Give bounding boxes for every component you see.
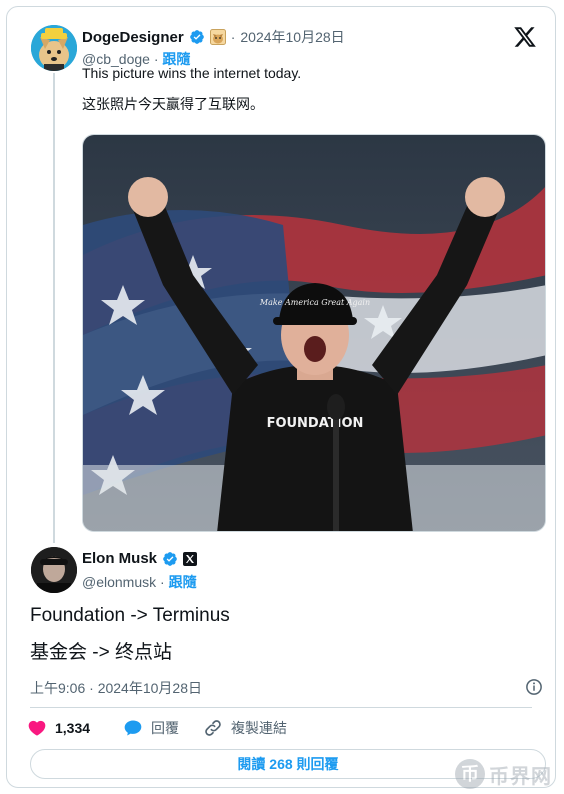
- heart-icon: [28, 720, 46, 736]
- tweet-timestamp[interactable]: 上午9:06 · 2024年10月28日: [30, 678, 202, 698]
- author-handle-row: @elonmusk · 跟隨: [82, 574, 197, 590]
- copy-link-button[interactable]: 複製連結: [203, 718, 287, 738]
- doge-emoji-icon: [209, 29, 226, 45]
- doge-avatar-art: [31, 25, 77, 71]
- elonmusk-avatar[interactable]: [31, 547, 77, 593]
- dogedesigner-avatar[interactable]: [31, 25, 77, 71]
- action-divider: [30, 707, 532, 708]
- author-display-name[interactable]: Elon Musk: [82, 550, 157, 567]
- quoted-date[interactable]: 2024年10月28日: [240, 27, 344, 47]
- x-affiliate-badge-icon: [183, 551, 198, 566]
- quoted-text-en: This picture wins the internet today.: [82, 65, 302, 81]
- rally-photo-image: Make America Great Again FOUNDATION: [83, 135, 545, 531]
- quoted-text-zh: 这张照片今天赢得了互联网。: [82, 96, 264, 112]
- quoted-name-row: DogeDesigner · 2024年10月28日: [82, 27, 345, 47]
- author-name-row: Elon Musk: [82, 550, 198, 567]
- cap-text: Make America Great Again: [259, 298, 370, 307]
- follow-link[interactable]: 跟隨: [169, 574, 197, 590]
- site-watermark: 币 币界网: [455, 759, 552, 789]
- reply-button[interactable]: 回覆: [123, 718, 179, 738]
- watermark-coin-icon: 币: [455, 759, 485, 789]
- x-logo-icon[interactable]: [513, 25, 537, 49]
- verified-badge-icon: [163, 551, 177, 566]
- quoted-display-name[interactable]: DogeDesigner: [82, 29, 184, 46]
- tweet-text-line2: 基金会 -> 终点站: [30, 642, 172, 663]
- info-icon[interactable]: [525, 678, 543, 696]
- thread-connector-line: [53, 73, 55, 543]
- reply-bubble-icon: [124, 720, 142, 736]
- author-handle[interactable]: @elonmusk: [82, 574, 156, 590]
- tweet-card: DogeDesigner · 2024年10月28日 @cb_doge · 跟隨…: [6, 6, 556, 789]
- quoted-photo[interactable]: Make America Great Again FOUNDATION: [82, 134, 546, 532]
- reply-label: 回覆: [151, 720, 179, 736]
- elon-avatar-art: [31, 547, 77, 593]
- tweet-text-line1: Foundation -> Terminus: [30, 605, 230, 626]
- verified-badge-icon: [189, 30, 204, 44]
- like-button[interactable]: 1,334: [27, 718, 90, 738]
- shirt-text: FOUNDATION: [267, 416, 364, 431]
- like-count: 1,334: [55, 720, 91, 736]
- watermark-text: 币界网: [489, 765, 552, 788]
- copy-link-label: 複製連結: [231, 720, 287, 736]
- link-icon: [205, 720, 221, 736]
